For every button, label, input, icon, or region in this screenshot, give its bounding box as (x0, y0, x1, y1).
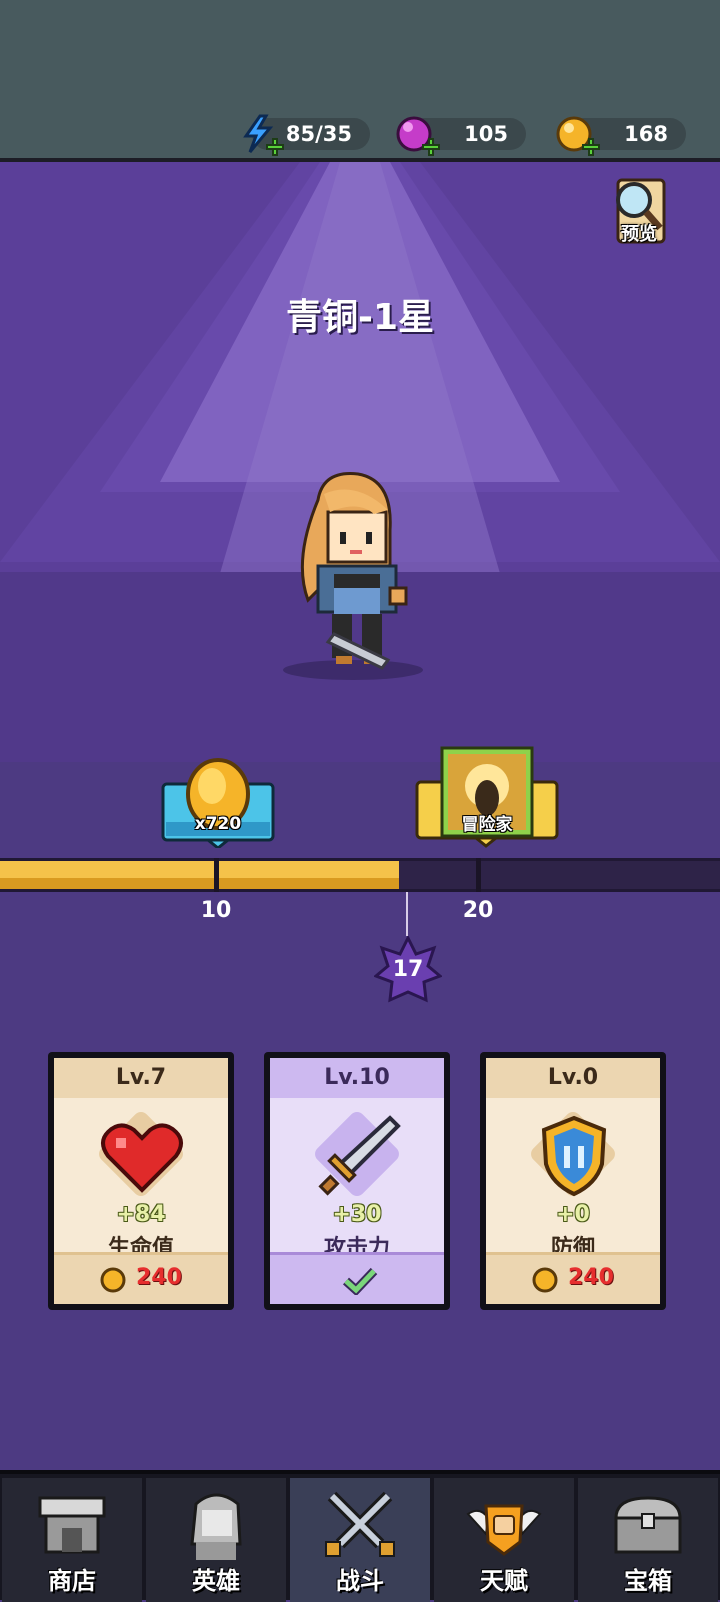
nav-battle[interactable]: 战斗 (290, 1478, 430, 1602)
level-progress-track (0, 858, 720, 892)
check-icon (342, 1267, 378, 1295)
shop-icon (38, 1496, 106, 1554)
nav-label: 战斗 (336, 1567, 384, 1595)
nav-shop[interactable]: 商店 (2, 1478, 142, 1602)
upgrade-card-attack[interactable]: Lv.10 +30 攻击力 (264, 1052, 450, 1310)
cost-value: 240 (136, 1265, 182, 1290)
nav-label: 天赋 (480, 1567, 528, 1595)
nav-label: 商店 (48, 1567, 96, 1595)
coin-icon (532, 1267, 558, 1293)
hero-icon (190, 1493, 242, 1560)
card-body: Lv.10 +30 攻击力 (270, 1058, 444, 1304)
bottom-nav: 商店 英雄 战斗 天赋 宝箱 (0, 1470, 720, 1602)
nav-heroes[interactable]: 英雄 (146, 1478, 286, 1602)
milestone-tick-10 (214, 858, 219, 892)
card-bonus: +30 (332, 1202, 382, 1227)
shield-icon (541, 1115, 607, 1197)
nav-chest[interactable]: 宝箱 (578, 1478, 718, 1602)
gem-value: 105 (464, 122, 508, 146)
card-maxed (270, 1252, 444, 1304)
card-level: Lv.0 (486, 1058, 660, 1098)
card-level: Lv.10 (270, 1058, 444, 1098)
add-energy-icon[interactable] (266, 138, 284, 156)
card-body: Lv.0 +0 防御 240 (486, 1058, 660, 1304)
card-cost[interactable]: 240 (54, 1252, 228, 1304)
sword-icon (318, 1115, 401, 1196)
chest-icon (614, 1496, 682, 1554)
milestone-reward-coins[interactable]: x720 (160, 758, 276, 850)
milestone-reward-adventurer[interactable]: 冒险家 (414, 746, 560, 848)
preview-button[interactable]: 预览 (608, 174, 670, 248)
reward-name: 冒险家 (461, 815, 513, 835)
coin-counter[interactable]: 168 (556, 116, 686, 156)
nav-label: 宝箱 (624, 1567, 672, 1595)
gem-counter[interactable]: 105 (396, 116, 526, 156)
heart-icon (101, 1123, 183, 1193)
nav-talent[interactable]: 天赋 (434, 1478, 574, 1602)
current-level-badge: 17 (373, 934, 443, 1004)
add-coins-icon[interactable] (582, 138, 600, 156)
level-progress-fill (0, 861, 400, 889)
nav-label: 英雄 (192, 1567, 240, 1595)
fist-wings-icon (466, 1504, 542, 1556)
milestone-label-20: 20 (462, 898, 494, 923)
rank-title: 青铜-1星 (286, 297, 434, 338)
upgrade-card-hp[interactable]: Lv.7 +84 生命值 240 (48, 1052, 234, 1310)
card-body: Lv.7 +84 生命值 240 (54, 1058, 228, 1304)
energy-value: 85/35 (285, 122, 352, 146)
energy-counter[interactable]: 85/35 (243, 114, 370, 156)
card-bonus: +84 (116, 1202, 166, 1227)
preview-label: 预览 (621, 224, 657, 245)
coin-icon (100, 1267, 126, 1293)
crossed-swords-icon (325, 1491, 395, 1557)
milestone-tick-20 (476, 858, 481, 892)
add-gems-icon[interactable] (422, 138, 440, 156)
current-level-needle (406, 892, 408, 936)
coin-value: 168 (624, 122, 668, 146)
milestone-label-10: 10 (200, 898, 232, 923)
card-level: Lv.7 (54, 1058, 228, 1098)
card-cost[interactable]: 240 (486, 1252, 660, 1304)
hero-character[interactable] (278, 470, 428, 685)
reward-amount: x720 (194, 814, 242, 834)
upgrade-card-defense[interactable]: Lv.0 +0 防御 240 (480, 1052, 666, 1310)
current-level-value: 17 (392, 957, 424, 982)
card-bonus: +0 (556, 1202, 590, 1227)
cost-value: 240 (568, 1265, 614, 1290)
